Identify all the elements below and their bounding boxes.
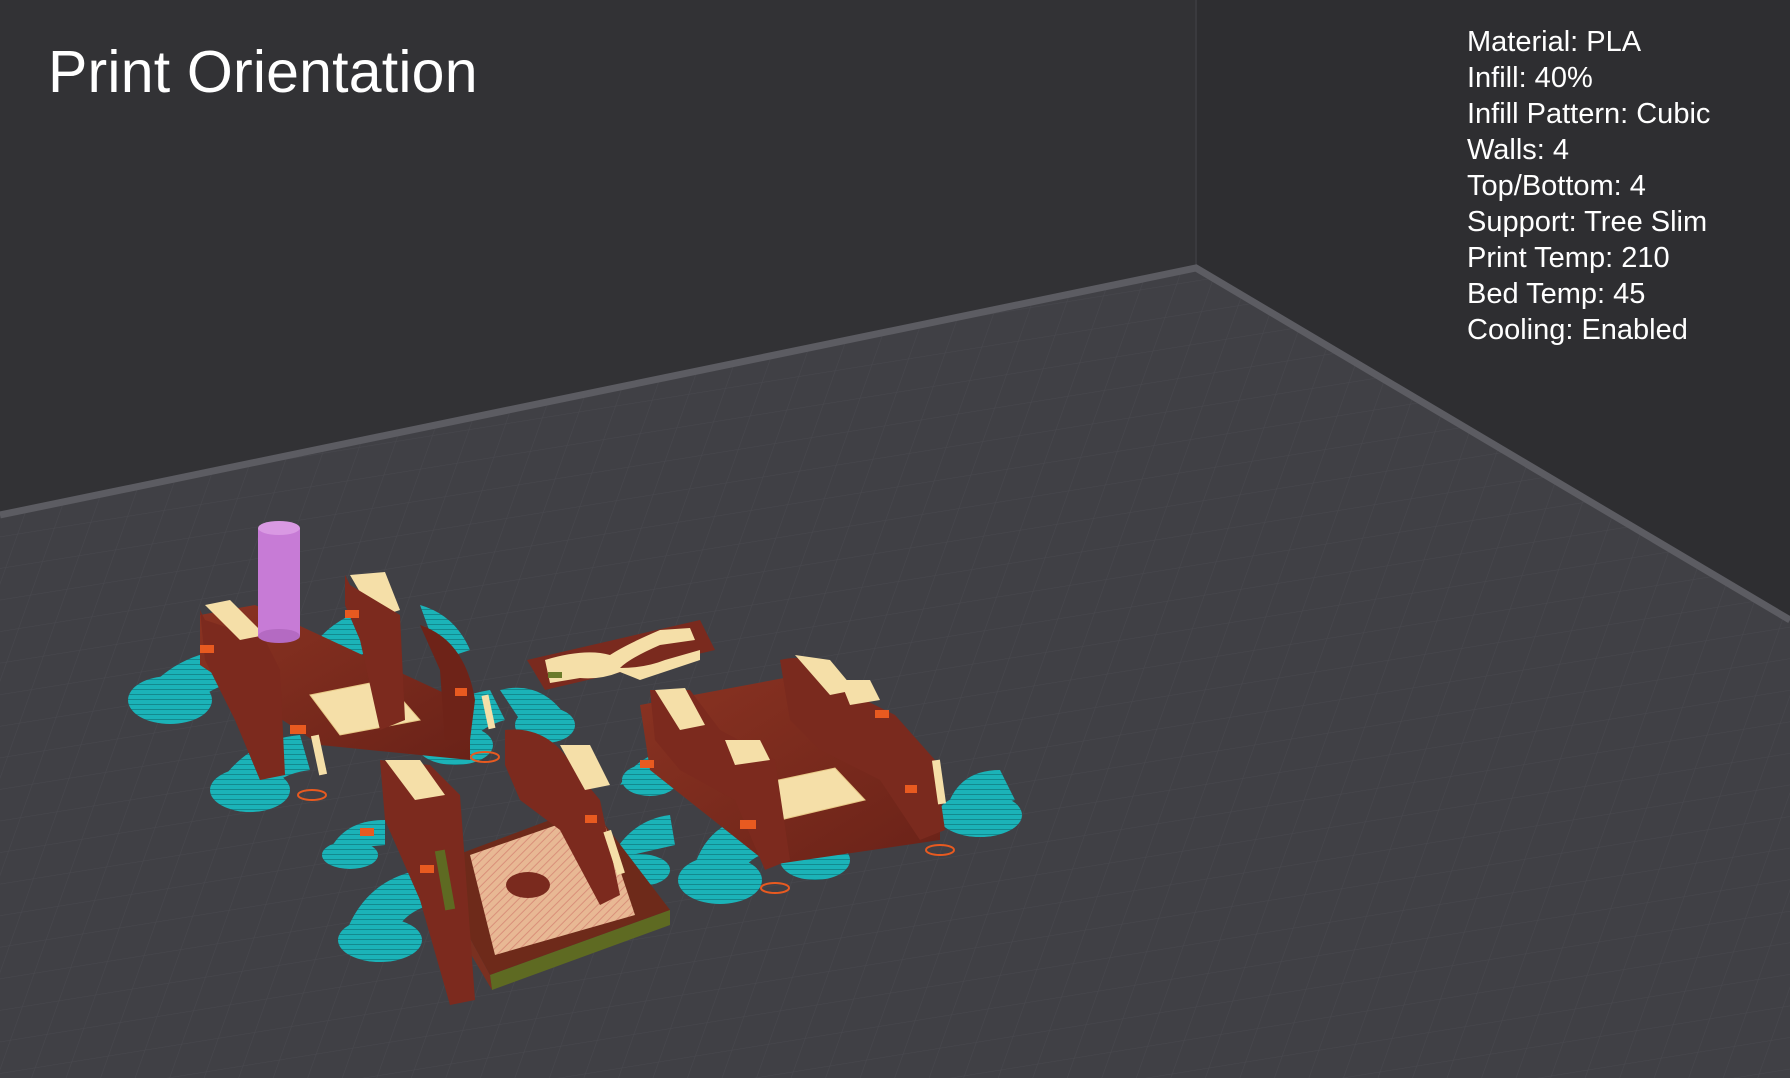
overhang-marker [200, 645, 214, 653]
print-settings-list: Material: PLA Infill: 40% Infill Pattern… [1467, 24, 1710, 348]
setting-cooling: Cooling: Enabled [1467, 314, 1688, 346]
setting-material: Material: PLA [1467, 26, 1642, 58]
overhang-marker [455, 688, 467, 696]
prime-tower-top [258, 521, 300, 535]
setting-top-bottom: Top/Bottom: 4 [1467, 170, 1646, 202]
setting-infill: Infill: 40% [1467, 62, 1593, 94]
prime-tower[interactable] [258, 521, 300, 643]
prime-tower-bottom [258, 629, 300, 643]
overhang-marker [905, 785, 917, 793]
overhang-marker [360, 828, 374, 836]
setting-infill-pattern: Infill Pattern: Cubic [1467, 98, 1711, 130]
overhang-marker [640, 760, 654, 768]
prime-tower-body [258, 528, 300, 636]
overhang-marker [585, 815, 597, 823]
setting-bed-temp: Bed Temp: 45 [1467, 278, 1646, 310]
page-title: Print Orientation [48, 39, 478, 105]
bolt-hole [506, 872, 550, 898]
overhang-marker [740, 820, 756, 829]
setting-print-temp: Print Temp: 210 [1467, 242, 1670, 274]
setting-walls: Walls: 4 [1467, 134, 1570, 166]
overhang-marker [420, 865, 434, 873]
infill-detail [548, 672, 562, 678]
setting-support: Support: Tree Slim [1467, 206, 1708, 238]
overhang-marker [345, 610, 359, 618]
overhang-marker [290, 725, 306, 734]
overhang-marker [875, 710, 889, 718]
slicer-viewport[interactable]: Print Orientation Material: PLA Infill: … [0, 0, 1790, 1078]
